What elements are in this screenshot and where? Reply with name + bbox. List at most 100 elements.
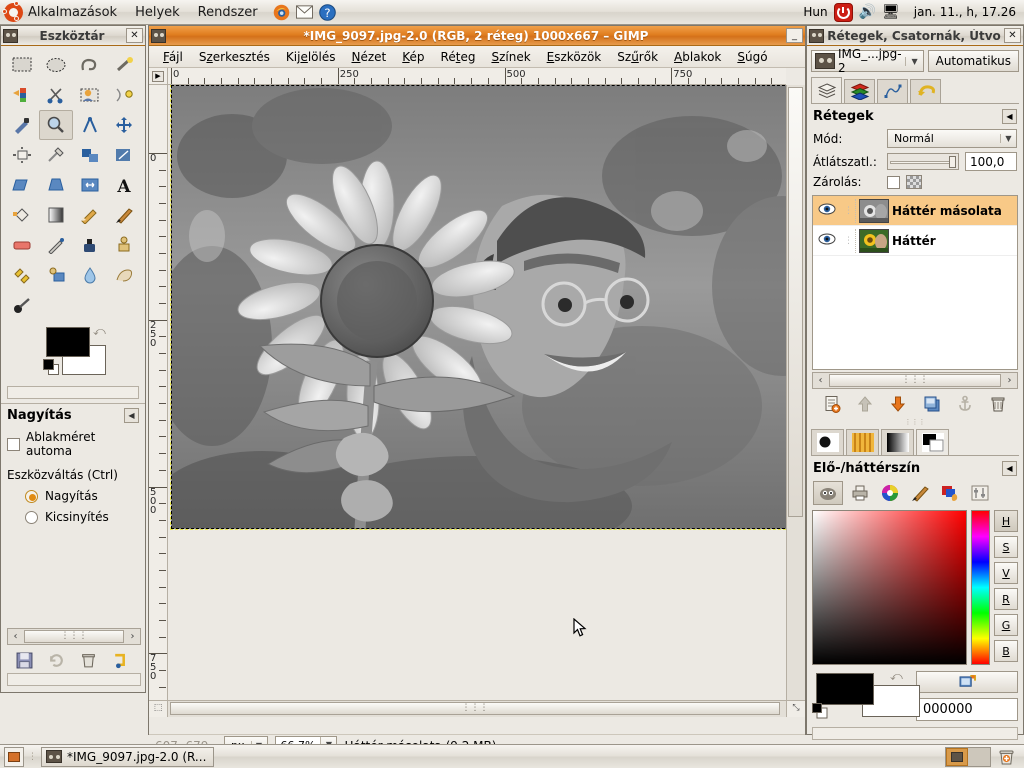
menu-szerkesztes[interactable]: Szerkesztés (191, 48, 278, 66)
menu-nezet[interactable]: Nézet (344, 48, 395, 66)
scroll-right-arrow[interactable]: › (125, 631, 140, 642)
brushes-tab[interactable] (811, 429, 844, 455)
channel-v-button[interactable]: V (994, 562, 1018, 584)
channel-h-button[interactable]: H (994, 510, 1018, 532)
text-tool[interactable]: A (107, 170, 141, 200)
system-menu[interactable]: Rendszer (189, 1, 267, 24)
zoom-out-radio-row[interactable]: Kicsinyítés (7, 510, 139, 524)
dock-resize-grip[interactable]: ⋮⋮⋮ (807, 419, 1023, 426)
layer-mode-combo[interactable]: Normál ▼ (887, 129, 1017, 148)
menu-sugo[interactable]: Súgó (729, 48, 775, 66)
layer-list[interactable]: ⋮ Háttér másolata ⋮ Háttér (812, 195, 1018, 370)
paintbrush-tool[interactable] (107, 200, 141, 230)
foreground-color-swatch[interactable] (46, 327, 90, 357)
layerlist-scroll-thumb[interactable]: ⋮⋮⋮ (829, 374, 1001, 387)
airbrush-tool[interactable] (39, 230, 73, 260)
patterns-tab[interactable] (846, 429, 879, 455)
perspective-clone-tool[interactable] (39, 260, 73, 290)
image-window-minimize-button[interactable]: _ (786, 28, 803, 43)
image-content[interactable] (170, 85, 786, 530)
scroll-left-arrow[interactable]: ‹ (8, 631, 23, 642)
navigation-preview-button[interactable]: ⤡ (786, 700, 805, 717)
taskbar-window-button[interactable]: *IMG_9097.jpg-2.0 (R... (41, 746, 215, 767)
layers-dock-titlebar[interactable]: Rétegek, Csatornák, Útvo ✕ (807, 26, 1023, 46)
zoom-in-radio[interactable] (25, 489, 38, 503)
undo-history-tab[interactable] (910, 79, 941, 103)
image-selector-chevron-down-icon[interactable]: ▼ (905, 56, 922, 66)
cmyk-color-tab[interactable] (847, 482, 873, 504)
dock-foreground-color-swatch[interactable] (816, 673, 874, 705)
menu-ablakok[interactable]: Ablakok (666, 48, 729, 66)
blur-sharpen-tool[interactable] (73, 260, 107, 290)
toolbox-close-button[interactable]: ✕ (126, 28, 143, 43)
firefox-icon[interactable] (273, 4, 290, 21)
menu-fajl[interactable]: Fájl (155, 48, 191, 66)
canvas-vertical-scrollbar[interactable] (786, 85, 805, 700)
scroll-thumb[interactable]: ⋮⋮⋮ (24, 630, 124, 643)
menu-szinek[interactable]: Színek (483, 48, 538, 66)
menu-kijelolés[interactable]: Kijelölés (278, 48, 344, 66)
auto-follow-button[interactable]: Automatikus (927, 50, 1019, 72)
toolbox-titlebar[interactable]: Eszköztár ✕ (1, 26, 145, 46)
workspace-switcher[interactable] (945, 746, 991, 767)
color-collapse-button[interactable]: ◀ (1002, 461, 1017, 476)
channel-s-button[interactable]: S (994, 536, 1018, 558)
layer-chain-toggle[interactable]: ⋮ (842, 228, 856, 253)
ruler-menu-icon[interactable]: ▶ (152, 70, 164, 82)
fuzzy-select-tool[interactable] (107, 50, 141, 80)
wheel-color-tab[interactable] (877, 482, 903, 504)
clone-tool[interactable] (107, 230, 141, 260)
display-icon[interactable]: 🖥 (882, 5, 900, 19)
scissors-select-tool[interactable] (39, 80, 73, 110)
layer-chain-toggle[interactable]: ⋮ (842, 198, 856, 223)
palette-color-tab[interactable] (907, 482, 933, 504)
zoom-out-radio[interactable] (25, 510, 38, 524)
places-menu[interactable]: Helyek (126, 1, 189, 24)
paths-tab[interactable] (877, 79, 908, 103)
restore-tool-options-icon[interactable] (45, 650, 67, 670)
zoom-tool[interactable] (39, 110, 73, 140)
language-indicator[interactable]: Hun (803, 5, 827, 19)
layerlist-scroll-right-arrow[interactable]: › (1002, 375, 1017, 386)
quickmask-toggle[interactable]: ⬚ (149, 700, 168, 717)
color-picker-tool[interactable] (5, 110, 39, 140)
channel-g-button[interactable]: G (994, 614, 1018, 636)
menu-szurok[interactable]: Szűrők (609, 48, 666, 66)
blend-tool[interactable] (39, 200, 73, 230)
new-layer-button[interactable] (820, 394, 844, 414)
foreground-select-tool[interactable] (73, 80, 107, 110)
dodge-burn-tool[interactable] (5, 290, 39, 320)
crop-tool[interactable] (39, 140, 73, 170)
pencil-tool[interactable] (73, 200, 107, 230)
layer-name[interactable]: Háttér másolata (892, 204, 1002, 218)
delete-layer-button[interactable] (986, 394, 1010, 414)
rotate-tool[interactable] (73, 140, 107, 170)
dock-swap-colors-icon[interactable]: ⤺ (890, 669, 903, 684)
lower-layer-button[interactable] (886, 394, 910, 414)
default-colors-icon[interactable] (43, 359, 59, 375)
horizontal-ruler[interactable]: 0 250 500 750 (168, 68, 786, 85)
layers-dock-close-button[interactable]: ✕ (1004, 28, 1021, 43)
raise-layer-button[interactable] (853, 394, 877, 414)
shear-tool[interactable] (5, 170, 39, 200)
gradients-tab[interactable] (881, 429, 914, 455)
scale-tool[interactable] (107, 140, 141, 170)
layer-visibility-icon[interactable] (815, 203, 839, 218)
perspective-tool[interactable] (39, 170, 73, 200)
screen-pick-icon[interactable] (916, 671, 1018, 693)
menu-kep[interactable]: Kép (394, 48, 432, 66)
image-window-titlebar[interactable]: *IMG_9097.jpg-2.0 (RGB, 2 réteg) 1000x66… (149, 26, 805, 46)
tool-options-hscrollbar[interactable]: ‹ ⋮⋮⋮ › (7, 628, 141, 645)
applications-menu[interactable]: Alkalmazások (0, 0, 126, 24)
scales-color-tab[interactable] (967, 482, 993, 504)
volume-icon[interactable]: 🔊 (859, 5, 876, 19)
mail-icon[interactable] (295, 5, 313, 19)
auto-window-size-row[interactable]: Ablakméret automa (7, 430, 139, 458)
layers-collapse-button[interactable]: ◀ (1002, 109, 1017, 124)
reset-tool-options-icon[interactable] (109, 650, 131, 670)
swap-colors-icon[interactable]: ⤺ (93, 324, 106, 339)
workspace-1[interactable] (946, 747, 968, 766)
layer-visibility-icon[interactable] (815, 233, 839, 248)
eraser-tool[interactable] (5, 230, 39, 260)
move-tool[interactable] (107, 110, 141, 140)
